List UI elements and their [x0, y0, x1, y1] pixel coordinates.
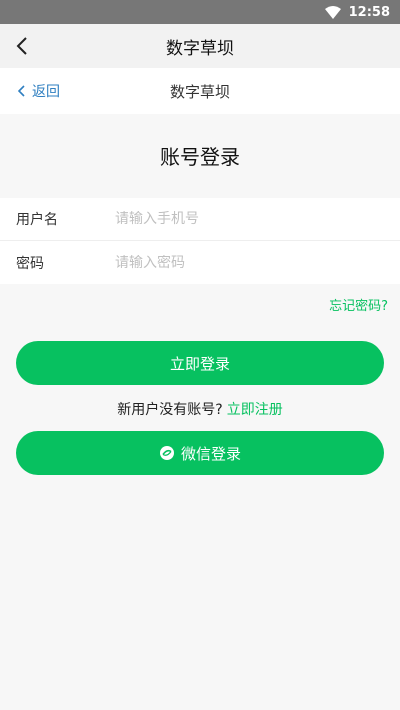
- wechat-login-label: 微信登录: [180, 444, 241, 463]
- username-row: 用户名: [0, 198, 400, 241]
- forgot-password-row: 忘记密码?: [0, 295, 400, 315]
- app-title: 数字草坝: [166, 38, 234, 59]
- forgot-password-link[interactable]: 忘记密码?: [329, 299, 388, 314]
- wechat-login-button[interactable]: 微信登录: [16, 431, 384, 475]
- page-title: 账号登录: [160, 145, 240, 169]
- status-time: 12:58: [348, 4, 390, 20]
- wechat-icon: [159, 445, 175, 461]
- back-link[interactable]: 返回: [18, 81, 60, 101]
- username-input[interactable]: [115, 211, 400, 227]
- login-button-label: 立即登录: [169, 354, 230, 373]
- nav-bar: 返回 数字草坝: [0, 68, 400, 114]
- password-label: 密码: [16, 255, 44, 272]
- wifi-icon: [324, 5, 341, 19]
- password-row: 密码: [0, 241, 400, 284]
- nav-title: 数字草坝: [169, 82, 230, 101]
- password-input[interactable]: [115, 254, 400, 271]
- register-line: 新用户没有账号? 立即注册: [0, 399, 400, 419]
- login-button[interactable]: 立即登录: [16, 341, 384, 385]
- back-arrow-icon[interactable]: [10, 34, 34, 58]
- chevron-left-icon: [18, 85, 25, 97]
- login-form: 用户名 密码: [0, 198, 400, 284]
- status-bar: 12:58: [0, 0, 400, 24]
- register-link[interactable]: 立即注册: [227, 402, 283, 418]
- username-label: 用户名: [16, 212, 58, 228]
- back-link-label: 返回: [32, 84, 60, 100]
- app-bar: 数字草坝: [0, 24, 400, 68]
- register-prompt: 新用户没有账号?: [117, 402, 223, 418]
